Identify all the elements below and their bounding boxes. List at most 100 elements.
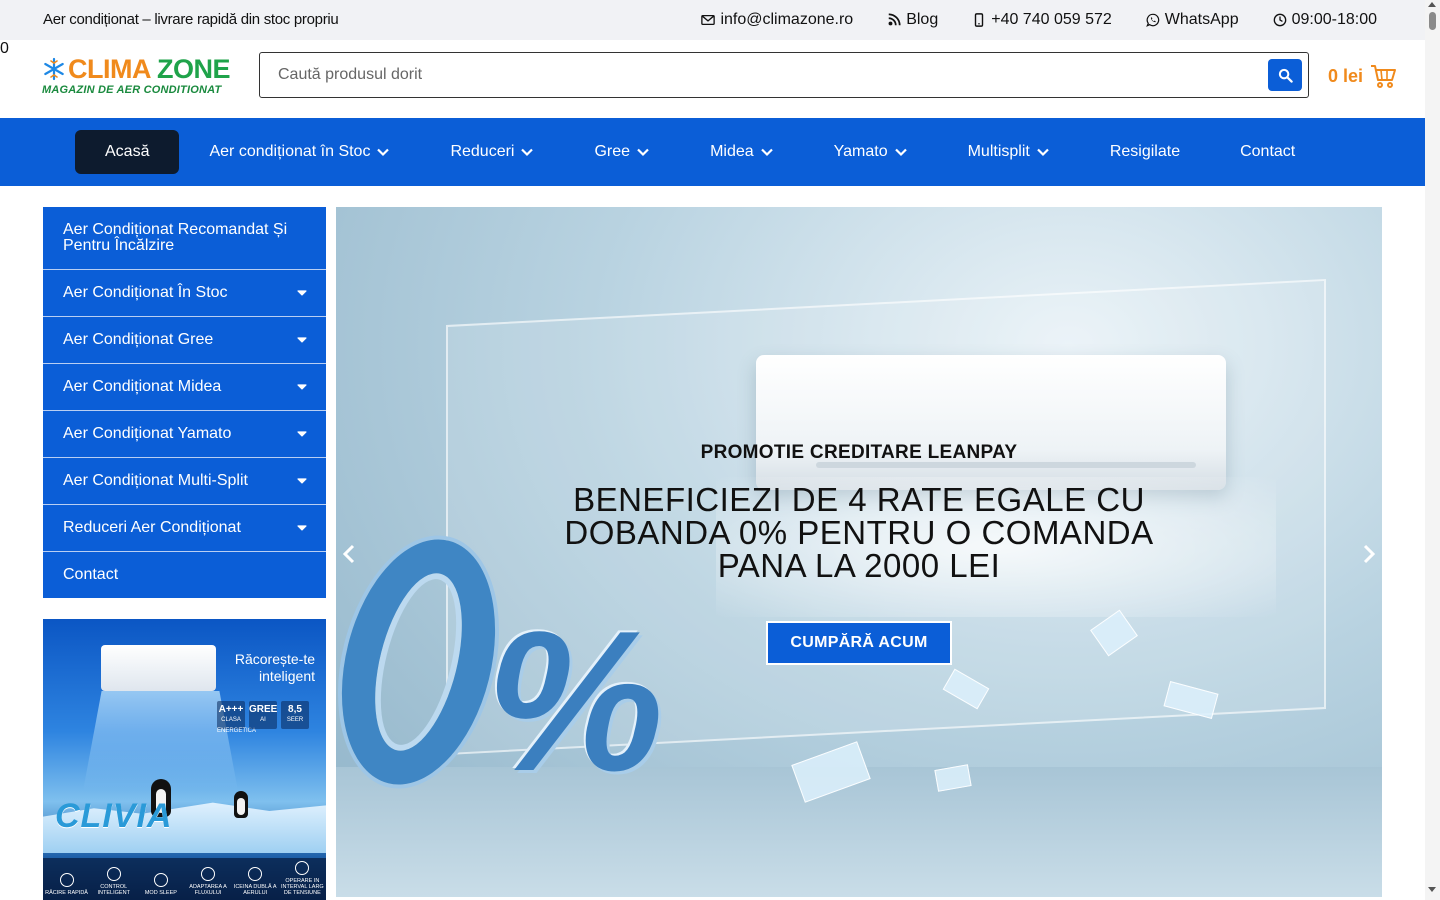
snowflake-icon (44, 57, 64, 81)
product-name: CLIVIA (55, 797, 173, 835)
chevron-down-icon (377, 148, 390, 157)
main-nav: Acasă Aer condiționat în Stoc Reduceri G… (0, 118, 1425, 186)
phone-link[interactable]: +40 740 059 572 (972, 11, 1112, 29)
sidebar-item-label: Aer Condiționat Yamato (63, 425, 232, 442)
logo-subtitle: MAGAZIN DE AER CONDITIONAT (42, 84, 222, 96)
chevron-down-icon[interactable] (296, 475, 308, 487)
feature-label: RĂCIRE RAPIDĂ (45, 890, 88, 896)
nav-label: Aer condiționat în Stoc (209, 143, 371, 160)
feature-item: CONTROL INTELIGENT (92, 867, 136, 896)
nav-item-gree[interactable]: Gree (564, 130, 680, 174)
chevron-down-icon[interactable] (296, 522, 308, 534)
feature-item: OPERARE IN INTERVAL LARG DE TENSIUNE (280, 861, 324, 896)
scrollbar-thumb[interactable] (1429, 12, 1436, 30)
search-icon (1278, 68, 1293, 83)
spec-caption: SEER (286, 717, 304, 723)
voltage-icon (295, 861, 310, 875)
sidebar-item-recomandat[interactable]: Aer Condiționat Recomandat Și Pentru Înc… (43, 207, 326, 270)
nav-item-midea[interactable]: Midea (680, 130, 804, 174)
spec-value: A+++ (218, 704, 244, 715)
site-header: CLIMA ZONE MAGAZIN DE AER CONDITIONAT 0 … (0, 40, 1425, 118)
sidebar-item-yamato[interactable]: Aer Condiționat Yamato (43, 411, 326, 458)
search-input[interactable] (278, 53, 1258, 97)
logo-text-zone: ZONE (157, 54, 231, 84)
airflow-icon (248, 867, 263, 881)
page-scrollbar[interactable] (1425, 0, 1440, 900)
sidebar-item-label: Reduceri Aer Condiționat (63, 519, 241, 536)
nav-item-acasa[interactable]: Acasă (75, 130, 180, 174)
ac-unit-image (101, 645, 216, 691)
sidebar-item-midea[interactable]: Aer Condiționat Midea (43, 364, 326, 411)
cart-icon (1371, 65, 1397, 88)
nav-label: Yamato (833, 143, 888, 160)
nav-label: Contact (1240, 143, 1296, 160)
cart-amount: 0 lei (1328, 65, 1364, 86)
nav-label: Gree (594, 143, 631, 160)
chevron-down-icon[interactable] (296, 334, 308, 346)
spec-caption: AI (260, 717, 266, 723)
nav-item-contact[interactable]: Contact (1210, 130, 1325, 174)
feature-label: OPERARE IN INTERVAL LARG DE TENSIUNE (281, 878, 324, 896)
percent-graphic: % (486, 590, 664, 813)
promo-slogan: Răcorește-te inteligent (234, 651, 315, 684)
sidebar-item-label: Aer Condiționat Recomandat Și Pentru Înc… (63, 221, 288, 254)
chevron-left-icon[interactable] (338, 542, 362, 566)
chevron-down-icon[interactable] (296, 428, 308, 440)
tagline: Aer condiționat – livrare rapidă din sto… (43, 11, 339, 28)
snowflake-icon (59, 873, 74, 887)
whatsapp-link[interactable]: WhatsApp (1145, 11, 1239, 29)
chevron-down-icon[interactable] (296, 287, 308, 299)
feature-label: ICEINA DUBLĂ A AERULUI (233, 884, 277, 896)
chevron-down-icon (637, 148, 649, 157)
sidebar-item-contact[interactable]: Contact (43, 552, 326, 598)
feature-label: MOD SLEEP (144, 890, 177, 896)
nav-item-yamato[interactable]: Yamato (804, 130, 938, 174)
sidebar-item-multi-split[interactable]: Aer Condiționat Multi-Split (43, 458, 326, 505)
spec-badge: GREE AI (249, 701, 277, 729)
sidebar-item-gree[interactable]: Aer Condiționat Gree (43, 317, 326, 364)
feature-item: ICEINA DUBLĂ A AERULUI (233, 867, 277, 896)
logo[interactable]: CLIMA ZONE MAGAZIN DE AER CONDITIONAT (42, 54, 242, 97)
hero-kicker: PROMOTIE CREDITARE LEANPAY (700, 442, 1018, 463)
contact-links: info@climazone.ro Blog +40 740 059 572 W… (701, 0, 1377, 40)
chevron-down-icon (521, 148, 534, 157)
buy-now-button[interactable]: CUMPĂRĂ ACUM (766, 621, 952, 665)
penguin-image (234, 791, 248, 818)
phone-label: +40 740 059 572 (991, 11, 1112, 28)
email-link[interactable]: info@climazone.ro (701, 11, 853, 29)
whatsapp-label: WhatsApp (1164, 11, 1239, 28)
nav-item-resigilate[interactable]: Resigilate (1080, 130, 1210, 174)
logo-text-clima: CLIMA (68, 54, 150, 84)
sidebar-item-label: Contact (63, 566, 119, 583)
sidebar-item-reduceri[interactable]: Reduceri Aer Condiționat (43, 505, 326, 552)
cart[interactable]: 0 lei (1328, 62, 1397, 90)
chevron-down-icon[interactable] (296, 381, 308, 393)
sidebar-item-label: Aer Condiționat Gree (63, 331, 214, 348)
spec-caption: CLASA ENERGETICA (217, 717, 257, 734)
sidebar-item-label: Aer Condiționat În Stoc (63, 284, 228, 301)
blog-icon (888, 13, 901, 26)
chevron-right-icon[interactable] (1356, 542, 1380, 566)
nav-item-multisplit[interactable]: Multisplit (938, 130, 1080, 174)
feature-label: ADAPTAREA A FLUXULUI (189, 884, 227, 896)
spec-badges: A+++ CLASA ENERGETICA GREE AI 8,5 SEER (217, 701, 309, 734)
blog-link[interactable]: Blog (887, 11, 938, 29)
phone-icon (975, 13, 984, 27)
blog-label: Blog (906, 11, 939, 28)
scroll-up-arrow[interactable] (1428, 2, 1436, 7)
promo-banner-clivia[interactable]: Răcorește-te inteligent A+++ CLASA ENERGE… (43, 619, 326, 900)
nav-label: Midea (710, 143, 754, 160)
chevron-down-icon (1037, 148, 1049, 157)
ai-icon (201, 867, 216, 881)
scroll-down-arrow[interactable] (1428, 887, 1436, 892)
email-label: info@climazone.ro (720, 11, 854, 28)
nav-item-reduceri[interactable]: Reduceri (420, 130, 564, 174)
nav-label: Acasă (105, 143, 150, 160)
top-bar: Aer condiționat – livrare rapidă din sto… (0, 0, 1425, 40)
hero-headline: BENEFICIEZI DE 4 RATE EGALE CU DOBANDA 0… (564, 481, 1154, 584)
search-button[interactable] (1268, 59, 1302, 91)
spec-badge: A+++ CLASA ENERGETICA (217, 701, 256, 734)
clock-icon (1273, 13, 1286, 27)
sidebar-item-in-stoc[interactable]: Aer Condiționat În Stoc (43, 270, 326, 317)
nav-item-aer-in-stoc[interactable]: Aer condiționat în Stoc (179, 130, 420, 174)
